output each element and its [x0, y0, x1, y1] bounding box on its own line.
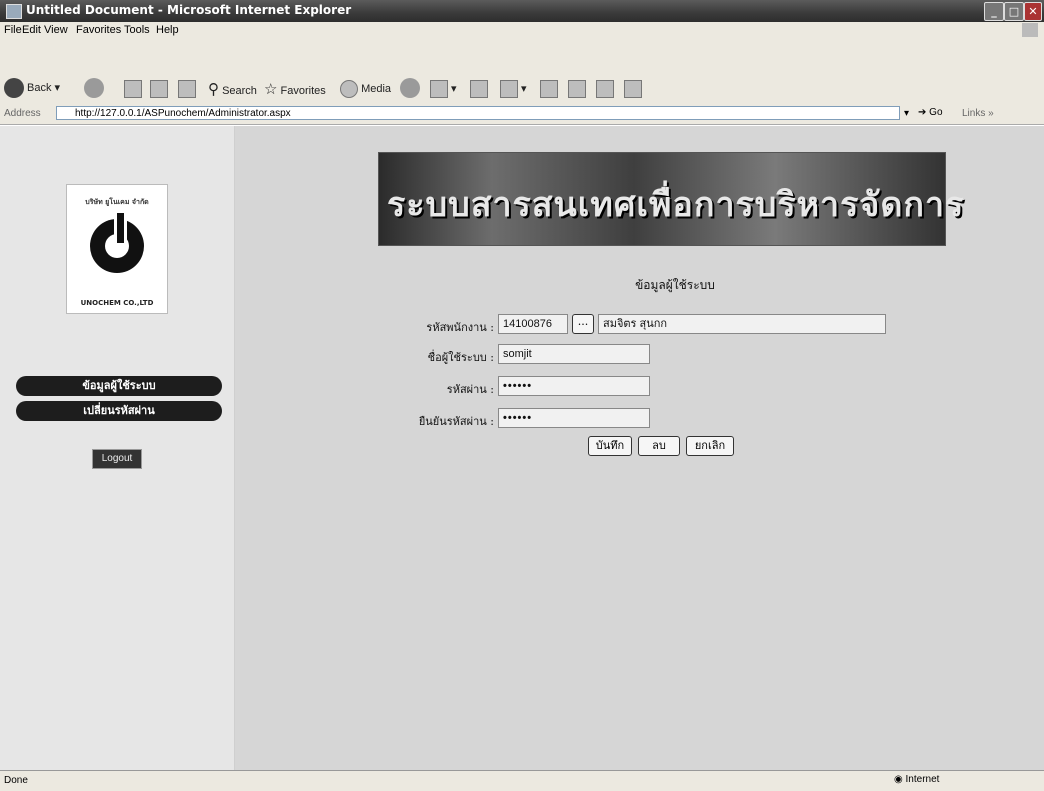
confirm-password-field[interactable]: •••••• — [498, 408, 650, 428]
discuss-icon — [540, 80, 558, 98]
tool-icon — [624, 80, 642, 98]
emp-name-field[interactable]: สมจิตร สุนกก — [598, 314, 886, 334]
forward-button[interactable] — [84, 78, 107, 98]
back-arrow-icon — [4, 78, 24, 98]
links-button[interactable]: Links » — [962, 108, 994, 119]
refresh-icon — [150, 80, 168, 98]
globe-icon: ◉ — [894, 774, 903, 785]
address-input[interactable]: http://127.0.0.1/ASPunochem/Administrato… — [56, 106, 900, 120]
search-icon: ⚲ — [208, 81, 219, 98]
stop-icon — [124, 80, 142, 98]
title-bar: Untitled Document - Microsoft Internet E… — [0, 0, 1044, 22]
search-button[interactable]: ⚲ Search — [208, 80, 257, 98]
print-icon — [470, 80, 488, 98]
print-button[interactable] — [470, 80, 488, 98]
media-button[interactable]: Media — [340, 80, 391, 98]
logo-company-text: UNOCHEM CO.,LTD — [80, 299, 154, 307]
windows-logo-icon — [1022, 23, 1038, 37]
lookup-button[interactable]: ... — [572, 314, 594, 334]
address-dropdown-icon[interactable]: ▾ — [904, 108, 909, 119]
favorites-button[interactable]: ☆ Favorites — [264, 80, 326, 98]
address-label: Address — [4, 108, 41, 119]
history-icon — [400, 78, 420, 98]
menu-favorites[interactable]: Favorites — [76, 24, 121, 36]
edit-button[interactable]: ▾ — [500, 80, 527, 98]
form-heading: ข้อมูลผู้ใช้ระบบ — [635, 278, 715, 292]
refresh-button[interactable] — [150, 80, 168, 98]
username-field[interactable]: somjit — [498, 344, 650, 364]
sidebar-item-user-info[interactable]: ข้อมูลผู้ใช้ระบบ — [16, 376, 222, 396]
go-button[interactable]: ➔ Go — [918, 107, 943, 118]
home-button[interactable] — [178, 80, 196, 98]
discuss-button[interactable] — [540, 80, 558, 98]
maximize-button[interactable]: □ — [1004, 2, 1024, 21]
ie-icon — [6, 4, 22, 19]
confirm-password-label: ยืนยันรหัสผ่าน : — [418, 415, 494, 428]
research-button[interactable] — [568, 80, 586, 98]
edit-icon — [500, 80, 518, 98]
window-title: Untitled Document - Microsoft Internet E… — [26, 3, 352, 17]
status-bar: Done ◉ Internet — [0, 770, 1044, 791]
logout-button[interactable]: Logout — [92, 449, 142, 469]
sidebar-item-change-password[interactable]: เปลี่ยนรหัสผ่าน — [16, 401, 222, 421]
emp-id-label: รหัสพนักงาน : — [426, 321, 494, 334]
minimize-button[interactable]: _ — [984, 2, 1004, 21]
mail-icon — [430, 80, 448, 98]
username-label: ชื่อผู้ใช้ระบบ : — [427, 351, 494, 364]
banner-title: ระบบสารสนเทศเพื่อการบริหารจัดการ — [387, 185, 965, 225]
cancel-button[interactable]: ยกเลิก — [686, 436, 734, 456]
messenger-button[interactable] — [596, 80, 614, 98]
media-icon — [340, 80, 358, 98]
favorites-star-icon: ☆ — [264, 81, 278, 98]
messenger-icon — [596, 80, 614, 98]
unochem-logo: บริษัท ยูโนเคม จำกัด UNOCHEM CO.,LTD — [66, 184, 168, 314]
banner: ระบบสารสนเทศเพื่อการบริหารจัดการ — [378, 152, 963, 246]
menu-tools[interactable]: Tools — [124, 24, 150, 36]
tools-extra-button[interactable] — [624, 80, 642, 98]
home-icon — [178, 80, 196, 98]
history-button[interactable] — [400, 78, 423, 98]
save-button[interactable]: บันทึก — [588, 436, 632, 456]
delete-button[interactable]: ลบ — [638, 436, 680, 456]
mail-button[interactable]: ▾ — [430, 80, 457, 98]
internet-zone: ◉ Internet — [894, 774, 940, 785]
research-icon — [568, 80, 586, 98]
address-bar: Address http://127.0.0.1/ASPunochem/Admi… — [0, 104, 1044, 125]
logo-emblem-icon — [90, 213, 144, 273]
forward-arrow-icon — [84, 78, 104, 98]
password-field[interactable]: •••••• — [498, 376, 650, 396]
password-label: รหัสผ่าน : — [446, 383, 494, 396]
menu-edit[interactable]: Edit — [22, 24, 41, 36]
toolbar: Back ▾ ⚲ Search ☆ Favorites Media ▾ ▾ — [0, 40, 1044, 105]
menu-view[interactable]: View — [44, 24, 68, 36]
back-button[interactable]: Back ▾ — [4, 78, 60, 98]
menu-file[interactable]: File — [4, 24, 22, 36]
status-text: Done — [4, 775, 28, 786]
emp-id-field[interactable]: 14100876 — [498, 314, 568, 334]
stop-button[interactable] — [124, 80, 142, 98]
close-button[interactable]: ✕ — [1024, 2, 1042, 21]
logo-thai-text: บริษัท ยูโนเคม จำกัด — [85, 198, 149, 206]
menu-bar: File Edit View Favorites Tools Help — [0, 22, 1044, 40]
menu-help[interactable]: Help — [156, 24, 179, 36]
